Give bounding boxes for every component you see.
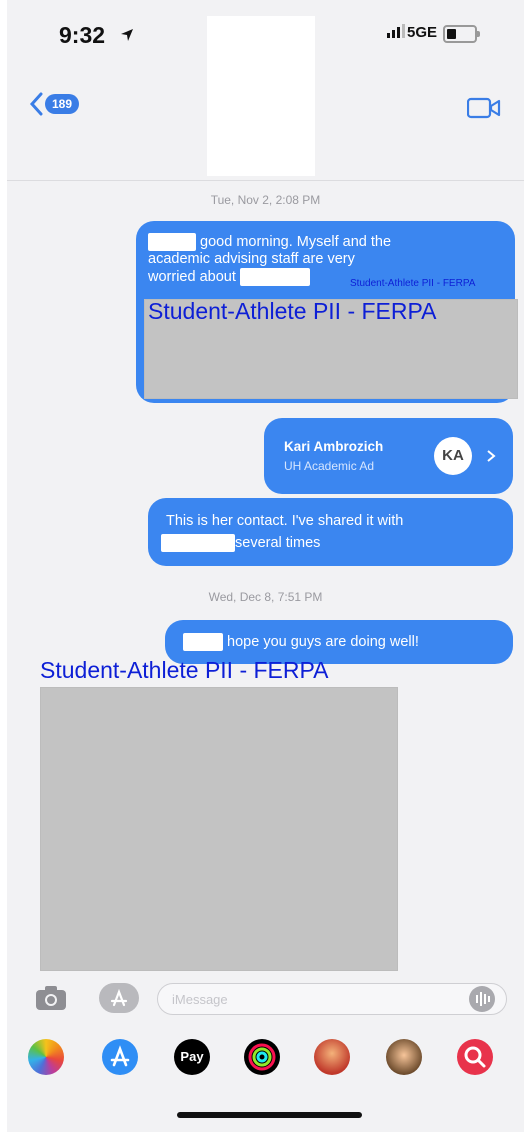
battery-icon — [443, 25, 480, 43]
contact-name: Kari Ambrozich — [284, 439, 384, 454]
search-images-app-icon[interactable] — [457, 1039, 493, 1075]
message-bubble-outgoing[interactable]: This is her contact. I've shared it with… — [148, 498, 513, 566]
message-line: good morning. Myself and the — [148, 233, 508, 251]
message-text: academic advising staff are very — [148, 251, 355, 267]
timestamp: Wed, Dec 8, 7:51 PM — [208, 590, 323, 604]
memoji-app-icon[interactable] — [314, 1039, 350, 1075]
back-button[interactable]: 189 — [29, 92, 80, 116]
audio-record-button[interactable] — [469, 986, 495, 1012]
name-redaction — [161, 534, 235, 552]
message-line: hope you guys are doing well! — [183, 633, 419, 651]
message-line: several times — [161, 534, 320, 552]
message-input[interactable]: iMessage — [157, 983, 507, 1015]
home-indicator — [177, 1112, 362, 1118]
message-text: hope you guys are doing well! — [227, 633, 419, 650]
contact-avatar-redacted[interactable] — [207, 16, 315, 176]
unread-count-badge: 189 — [45, 94, 80, 114]
network-type: 5GE — [407, 24, 438, 41]
redaction-label: Student-Athlete PII - FERPA — [40, 657, 329, 683]
chevron-left-icon — [29, 92, 43, 116]
memoji-stickers-app-icon[interactable] — [386, 1039, 422, 1075]
timestamp: Tue, Nov 2, 2:08 PM — [210, 193, 321, 207]
redaction-label-large: Student-Athlete PII - FERPA — [148, 298, 437, 324]
header-divider — [7, 180, 524, 181]
app-store-icon — [110, 988, 128, 1007]
name-redaction — [148, 233, 196, 251]
photos-app-icon[interactable] — [28, 1039, 64, 1075]
app-store-button[interactable] — [99, 983, 139, 1013]
contact-subtitle: UH Academic Ad — [284, 459, 375, 473]
pii-redaction-image — [40, 687, 398, 971]
waveform-icon — [476, 992, 490, 1006]
app-store-app-icon[interactable] — [102, 1039, 138, 1075]
apple-pay-app-icon[interactable]: Pay — [174, 1039, 210, 1075]
location-arrow-icon — [121, 29, 133, 41]
activity-app-icon[interactable] — [244, 1039, 280, 1075]
message-text: several times — [235, 534, 321, 551]
camera-icon[interactable] — [35, 985, 67, 1011]
contact-initials-avatar: KA — [434, 437, 472, 475]
signal-icon — [387, 24, 405, 38]
video-call-icon[interactable] — [467, 96, 501, 120]
apple-pay-label: Pay — [180, 1049, 204, 1064]
chevron-right-icon — [487, 450, 496, 462]
message-text: This is her contact. I've shared it with — [166, 513, 404, 529]
messages-screen: 9:32 5GE 189 Tue, Nov 2, 2:08 PM good mo… — [7, 0, 524, 1132]
name-redaction — [239, 268, 310, 286]
message-text: good morning. Myself and the — [200, 233, 392, 250]
status-time: 9:32 — [59, 22, 106, 48]
name-redaction — [183, 633, 223, 651]
message-text: worried about — [148, 268, 236, 285]
redaction-label-small: Student-Athlete PII - FERPA — [350, 278, 476, 289]
message-input-placeholder: iMessage — [172, 992, 228, 1007]
contact-card-bubble[interactable]: Kari Ambrozich UH Academic Ad KA — [264, 418, 513, 494]
message-bubble-outgoing[interactable]: good morning. Myself and the academic ad… — [136, 221, 518, 403]
